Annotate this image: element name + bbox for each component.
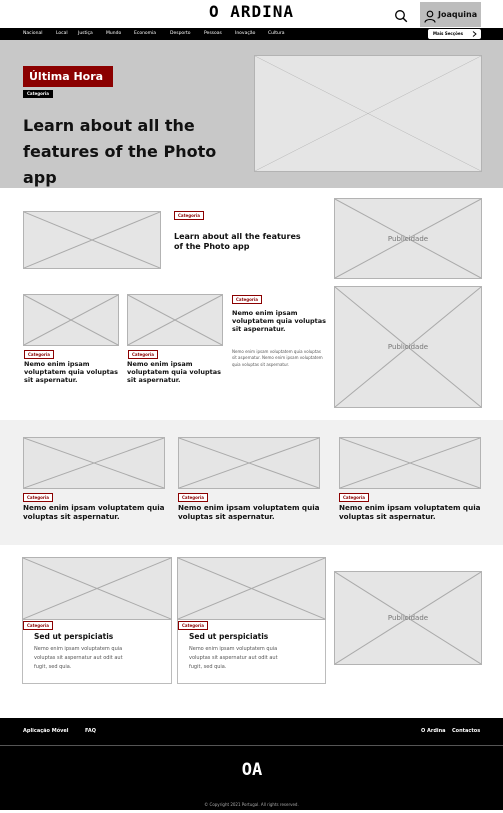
category-tag[interactable]: Categoria [128,350,158,359]
ad-label: Publicidade [387,234,429,243]
site-footer: OA © Copyright 2021 Portugal. All rights… [0,745,503,810]
footer-links-bar: Aplicação Móvel FAQ O Ardina Contactos [0,718,503,745]
article-title[interactable]: Sed ut perspiciatis [34,632,164,641]
user-account-button[interactable]: Joaquina [420,2,481,27]
category-tag[interactable]: Categoria [24,350,54,359]
article-title[interactable]: Nemo enim ipsam voluptatem quia voluptas… [23,503,168,522]
featured-category-tag[interactable]: Categoria [174,211,204,220]
article-summary: Nemo enim ipsam voluptatem quia voluptas… [34,646,123,670]
ad-label: Publicidade [387,343,429,351]
article-title[interactable]: Nemo enim ipsam voluptatem quia voluptas… [339,503,484,522]
category-tag[interactable]: Categoria [23,493,53,502]
article-title[interactable]: Nemo enim ipsam voluptatem quia voluptas… [232,309,328,334]
more-sections-button[interactable]: Mais Secções [428,29,481,39]
ad-banner[interactable]: Publicidade [334,286,482,408]
copyright-text: © Copyright 2021 Portugal. All rights re… [204,802,299,807]
site-header: O ARDINA Joaquina [0,0,503,28]
nav-item-economia[interactable]: Economia [134,31,156,36]
article-title[interactable]: Sed ut perspiciatis [189,632,319,641]
nav-item-inovacao[interactable]: Inovação [235,31,255,36]
article-image[interactable] [23,437,165,489]
featured-article-image[interactable] [23,211,161,269]
article-image[interactable] [339,437,481,489]
footer-link-o-ardina[interactable]: O Ardina [421,728,446,734]
nav-item-justica[interactable]: Justiça [78,31,93,36]
article-image[interactable] [178,437,320,489]
footer-logo[interactable]: OA [232,760,272,780]
article-title[interactable]: Nemo enim ipsam voluptatem quia voluptas… [178,503,323,522]
article-image[interactable] [23,294,119,346]
category-tag[interactable]: Categoria [178,621,208,630]
ad-banner[interactable]: Publicidade [334,198,482,279]
nav-item-desporto[interactable]: Desporto [170,31,191,36]
nav-item-local[interactable]: Local [56,31,68,36]
nav-item-mundo[interactable]: Mundo [106,31,121,36]
ad-banner[interactable]: Publicidade [334,571,482,665]
article-image[interactable] [22,557,172,620]
nav-item-pessoas[interactable]: Pessoas [204,31,222,36]
hero-image[interactable] [254,55,482,172]
article-image[interactable] [177,557,326,620]
chevron-right-icon [472,31,477,37]
section-nav: Nacional Local Justiça Mundo Economia De… [0,28,503,40]
footer-link-faq[interactable]: FAQ [85,728,96,734]
category-tag[interactable]: Categoria [339,493,369,502]
featured-article-title[interactable]: Learn about all the features of the Phot… [174,232,304,252]
ad-label: Publicidade [387,614,429,622]
article-title[interactable]: Nemo enim ipsam voluptatem quia voluptas… [127,360,223,385]
footer-link-mobile-app[interactable]: Aplicação Móvel [23,728,69,734]
article-title[interactable]: Nemo enim ipsam voluptatem quia voluptas… [24,360,120,385]
footer-link-contactos[interactable]: Contactos [452,728,480,734]
article-summary: Nemo enim ipsam voluptatem quia voluptas… [189,646,278,670]
hero-headline[interactable]: Learn about all the features of the Phot… [23,113,253,191]
category-tag[interactable]: Categoria [178,493,208,502]
more-sections-label: Mais Secções [433,31,464,36]
user-icon [424,8,436,23]
user-name: Joaquina [438,10,478,19]
article-summary: Nemo enim ipsam voluptatem quia voluptas… [232,349,323,367]
site-logo[interactable]: O ARDINA [200,2,303,21]
nav-item-nacional[interactable]: Nacional [23,31,42,36]
breaking-news-badge: Última Hora [23,66,113,87]
search-icon[interactable] [394,8,408,23]
hero-category-tag[interactable]: Categoria [23,90,53,98]
category-tag[interactable]: Categoria [23,621,53,630]
article-image[interactable] [127,294,223,346]
nav-item-cultura[interactable]: Cultura [268,31,284,36]
category-tag[interactable]: Categoria [232,295,262,304]
